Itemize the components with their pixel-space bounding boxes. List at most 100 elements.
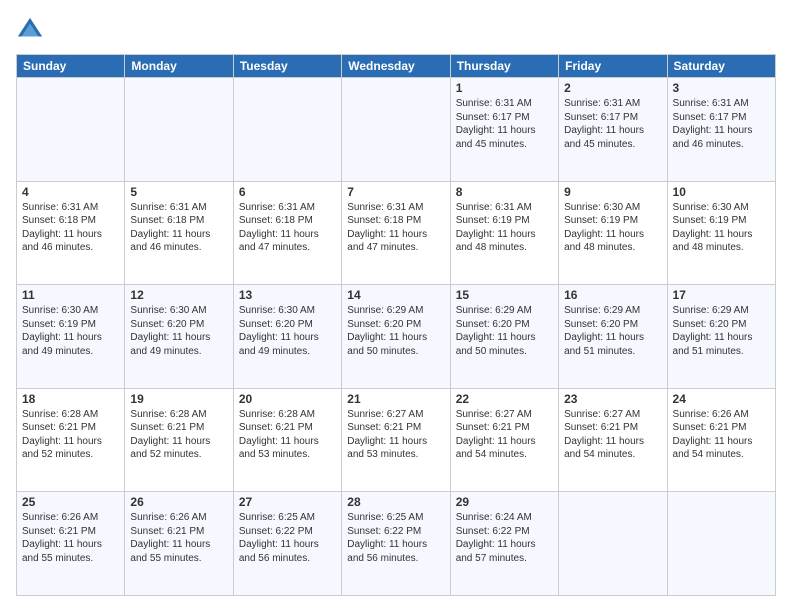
- day-number: 16: [564, 288, 661, 302]
- calendar-cell: 3 Sunrise: 6:31 AM Sunset: 6:17 PM Daylig…: [667, 78, 775, 182]
- week-row-4: 25 Sunrise: 6:26 AM Sunset: 6:21 PM Dayli…: [17, 492, 776, 596]
- day-number: 6: [239, 185, 336, 199]
- calendar-cell: 25 Sunrise: 6:26 AM Sunset: 6:21 PM Dayli…: [17, 492, 125, 596]
- day-info: Sunrise: 6:27 AM Sunset: 6:21 PM Dayligh…: [564, 408, 661, 462]
- day-number: 3: [673, 81, 770, 95]
- day-info: Sunrise: 6:29 AM Sunset: 6:20 PM Dayligh…: [673, 304, 770, 358]
- day-info: Sunrise: 6:30 AM Sunset: 6:20 PM Dayligh…: [239, 304, 336, 358]
- calendar-cell: [233, 78, 341, 182]
- week-row-1: 4 Sunrise: 6:31 AM Sunset: 6:18 PM Daylig…: [17, 181, 776, 285]
- calendar-cell: 14 Sunrise: 6:29 AM Sunset: 6:20 PM Dayli…: [342, 285, 450, 389]
- calendar-page: SundayMondayTuesdayWednesdayThursdayFrid…: [0, 0, 792, 612]
- calendar-cell: 9 Sunrise: 6:30 AM Sunset: 6:19 PM Daylig…: [559, 181, 667, 285]
- week-row-0: 1 Sunrise: 6:31 AM Sunset: 6:17 PM Daylig…: [17, 78, 776, 182]
- calendar-cell: 21 Sunrise: 6:27 AM Sunset: 6:21 PM Dayli…: [342, 388, 450, 492]
- calendar-cell: 16 Sunrise: 6:29 AM Sunset: 6:20 PM Dayli…: [559, 285, 667, 389]
- calendar-cell: 23 Sunrise: 6:27 AM Sunset: 6:21 PM Dayli…: [559, 388, 667, 492]
- calendar-cell: 24 Sunrise: 6:26 AM Sunset: 6:21 PM Dayli…: [667, 388, 775, 492]
- day-info: Sunrise: 6:26 AM Sunset: 6:21 PM Dayligh…: [673, 408, 770, 462]
- day-number: 12: [130, 288, 227, 302]
- calendar-cell: 26Sunrise: 6:26 AM Sunset: 6:21 PM Dayli…: [125, 492, 233, 596]
- calendar-cell: 6Sunrise: 6:31 AM Sunset: 6:18 PM Daylig…: [233, 181, 341, 285]
- day-info: Sunrise: 6:31 AM Sunset: 6:18 PM Dayligh…: [130, 201, 227, 255]
- calendar-cell: 2 Sunrise: 6:31 AM Sunset: 6:17 PM Daylig…: [559, 78, 667, 182]
- calendar-cell: [125, 78, 233, 182]
- calendar-cell: [17, 78, 125, 182]
- day-info: Sunrise: 6:28 AM Sunset: 6:21 PM Dayligh…: [22, 408, 119, 462]
- calendar-cell: 8 Sunrise: 6:31 AM Sunset: 6:19 PM Daylig…: [450, 181, 558, 285]
- day-number: 9: [564, 185, 661, 199]
- calendar-cell: 5 Sunrise: 6:31 AM Sunset: 6:18 PM Daylig…: [125, 181, 233, 285]
- day-info: Sunrise: 6:31 AM Sunset: 6:17 PM Dayligh…: [564, 97, 661, 151]
- day-info: Sunrise: 6:25 AM Sunset: 6:22 PM Dayligh…: [347, 511, 444, 565]
- logo-icon: [16, 16, 44, 44]
- calendar-cell: [342, 78, 450, 182]
- day-number: 8: [456, 185, 553, 199]
- weekday-header-thursday: Thursday: [450, 55, 558, 78]
- day-number: 15: [456, 288, 553, 302]
- calendar-cell: 20Sunrise: 6:28 AM Sunset: 6:21 PM Dayli…: [233, 388, 341, 492]
- day-info: Sunrise: 6:29 AM Sunset: 6:20 PM Dayligh…: [456, 304, 553, 358]
- calendar-cell: 15 Sunrise: 6:29 AM Sunset: 6:20 PM Dayli…: [450, 285, 558, 389]
- day-info: Sunrise: 6:25 AM Sunset: 6:22 PM Dayligh…: [239, 511, 336, 565]
- day-info: Sunrise: 6:30 AM Sunset: 6:19 PM Dayligh…: [673, 201, 770, 255]
- weekday-header-row: SundayMondayTuesdayWednesdayThursdayFrid…: [17, 55, 776, 78]
- day-number: 1: [456, 81, 553, 95]
- calendar-cell: [667, 492, 775, 596]
- day-number: 25: [22, 495, 119, 509]
- day-number: 22: [456, 392, 553, 406]
- header: [16, 16, 776, 44]
- day-number: 10: [673, 185, 770, 199]
- day-info: Sunrise: 6:28 AM Sunset: 6:21 PM Dayligh…: [130, 408, 227, 462]
- calendar-cell: 19 Sunrise: 6:28 AM Sunset: 6:21 PM Dayli…: [125, 388, 233, 492]
- day-number: 19: [130, 392, 227, 406]
- day-number: 29: [456, 495, 553, 509]
- calendar-cell: 22 Sunrise: 6:27 AM Sunset: 6:21 PM Dayli…: [450, 388, 558, 492]
- day-number: 21: [347, 392, 444, 406]
- calendar-cell: 4 Sunrise: 6:31 AM Sunset: 6:18 PM Daylig…: [17, 181, 125, 285]
- day-number: 17: [673, 288, 770, 302]
- weekday-header-sunday: Sunday: [17, 55, 125, 78]
- calendar-cell: 13 Sunrise: 6:30 AM Sunset: 6:20 PM Dayli…: [233, 285, 341, 389]
- calendar-cell: [559, 492, 667, 596]
- calendar-cell: 1 Sunrise: 6:31 AM Sunset: 6:17 PM Daylig…: [450, 78, 558, 182]
- day-number: 2: [564, 81, 661, 95]
- day-number: 28: [347, 495, 444, 509]
- week-row-2: 11 Sunrise: 6:30 AM Sunset: 6:19 PM Dayli…: [17, 285, 776, 389]
- day-info: Sunrise: 6:30 AM Sunset: 6:19 PM Dayligh…: [564, 201, 661, 255]
- calendar-cell: 12 Sunrise: 6:30 AM Sunset: 6:20 PM Dayli…: [125, 285, 233, 389]
- day-info: Sunrise: 6:24 AM Sunset: 6:22 PM Dayligh…: [456, 511, 553, 565]
- day-info: Sunrise: 6:29 AM Sunset: 6:20 PM Dayligh…: [564, 304, 661, 358]
- week-row-3: 18 Sunrise: 6:28 AM Sunset: 6:21 PM Dayli…: [17, 388, 776, 492]
- weekday-header-friday: Friday: [559, 55, 667, 78]
- day-info: Sunrise: 6:27 AM Sunset: 6:21 PM Dayligh…: [347, 408, 444, 462]
- calendar-cell: 29 Sunrise: 6:24 AM Sunset: 6:22 PM Dayli…: [450, 492, 558, 596]
- calendar-cell: 10 Sunrise: 6:30 AM Sunset: 6:19 PM Dayli…: [667, 181, 775, 285]
- day-info: Sunrise: 6:30 AM Sunset: 6:20 PM Dayligh…: [130, 304, 227, 358]
- day-number: 11: [22, 288, 119, 302]
- day-info: Sunrise: 6:30 AM Sunset: 6:19 PM Dayligh…: [22, 304, 119, 358]
- day-number: 5: [130, 185, 227, 199]
- day-number: 18: [22, 392, 119, 406]
- day-info: Sunrise: 6:28 AM Sunset: 6:21 PM Dayligh…: [239, 408, 336, 462]
- logo: [16, 16, 48, 44]
- day-number: 23: [564, 392, 661, 406]
- day-number: 7: [347, 185, 444, 199]
- day-info: Sunrise: 6:26 AM Sunset: 6:21 PM Dayligh…: [22, 511, 119, 565]
- day-info: Sunrise: 6:29 AM Sunset: 6:20 PM Dayligh…: [347, 304, 444, 358]
- calendar-cell: 17 Sunrise: 6:29 AM Sunset: 6:20 PM Dayli…: [667, 285, 775, 389]
- day-number: 14: [347, 288, 444, 302]
- weekday-header-saturday: Saturday: [667, 55, 775, 78]
- day-info: Sunrise: 6:31 AM Sunset: 6:18 PM Dayligh…: [22, 201, 119, 255]
- day-info: Sunrise: 6:31 AM Sunset: 6:17 PM Dayligh…: [673, 97, 770, 151]
- day-number: 4: [22, 185, 119, 199]
- weekday-header-monday: Monday: [125, 55, 233, 78]
- day-info: Sunrise: 6:27 AM Sunset: 6:21 PM Dayligh…: [456, 408, 553, 462]
- day-number: 24: [673, 392, 770, 406]
- calendar-cell: 27Sunrise: 6:25 AM Sunset: 6:22 PM Dayli…: [233, 492, 341, 596]
- calendar-table: SundayMondayTuesdayWednesdayThursdayFrid…: [16, 54, 776, 596]
- weekday-header-tuesday: Tuesday: [233, 55, 341, 78]
- day-number: 13: [239, 288, 336, 302]
- day-info: Sunrise: 6:31 AM Sunset: 6:17 PM Dayligh…: [456, 97, 553, 151]
- day-info: Sunrise: 6:31 AM Sunset: 6:19 PM Dayligh…: [456, 201, 553, 255]
